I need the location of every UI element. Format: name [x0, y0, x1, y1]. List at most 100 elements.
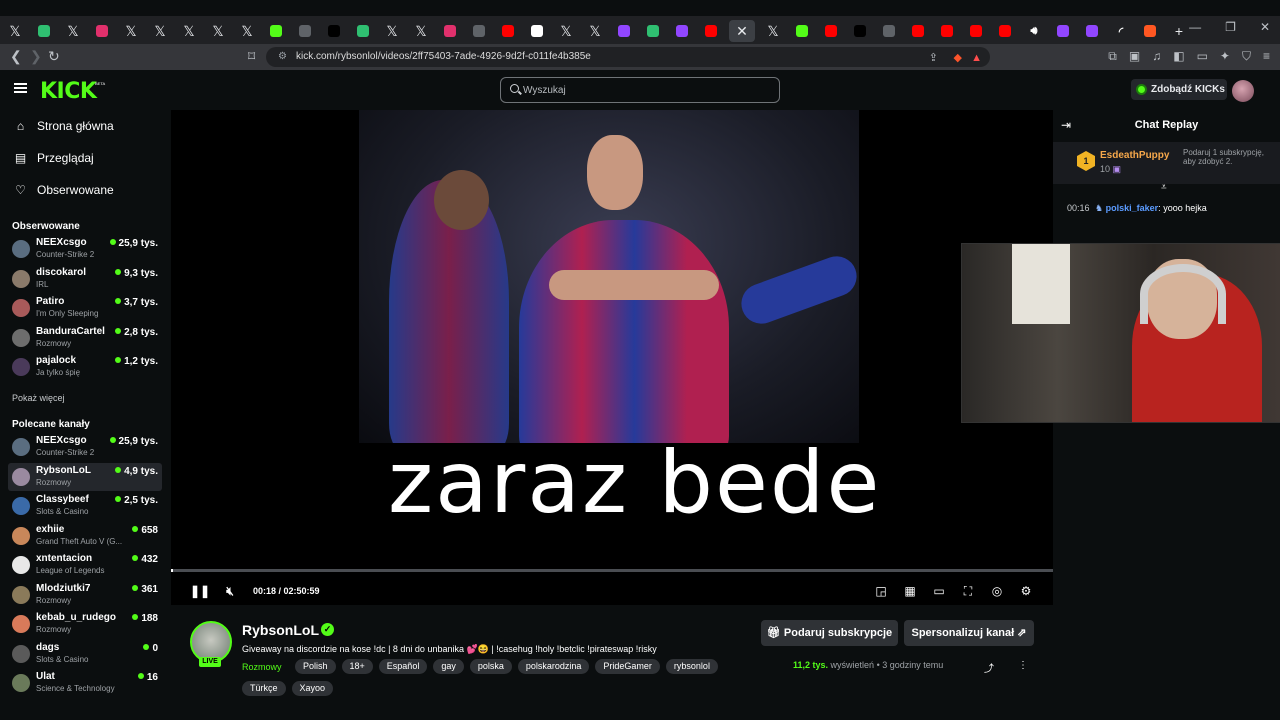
- browser-tab[interactable]: [671, 20, 693, 42]
- extensions-icon[interactable]: ⧉: [1108, 49, 1117, 64]
- browser-tab[interactable]: 𝕏: [381, 20, 403, 42]
- browser-tab[interactable]: [468, 20, 490, 42]
- playback-speed-icon[interactable]: ◎: [990, 584, 1004, 598]
- tag[interactable]: polska: [469, 659, 512, 674]
- chat-username[interactable]: polski_faker: [1106, 203, 1159, 213]
- video-progress-bar[interactable]: [171, 569, 1053, 572]
- browser-tab[interactable]: [1081, 20, 1103, 42]
- ai-icon[interactable]: ✦: [1220, 49, 1230, 64]
- tag[interactable]: rybsonlol: [665, 659, 718, 674]
- browser-tab[interactable]: [965, 20, 987, 42]
- browser-tab[interactable]: [294, 20, 316, 42]
- nav-following[interactable]: ♡ Obserwowane: [14, 180, 114, 200]
- menu-icon[interactable]: ≡: [1263, 49, 1270, 64]
- site-info-icon[interactable]: ⚙: [278, 47, 287, 67]
- browser-tab[interactable]: [1052, 20, 1074, 42]
- browser-tab[interactable]: 𝕏: [762, 20, 784, 42]
- browser-tab[interactable]: 𝕏: [120, 20, 142, 42]
- browser-tab[interactable]: [878, 20, 900, 42]
- tag[interactable]: Xayoo: [291, 681, 334, 696]
- browser-tab[interactable]: ◜: [1110, 20, 1132, 42]
- browser-tab[interactable]: [994, 20, 1016, 42]
- search-box[interactable]: [500, 77, 780, 103]
- forward-icon[interactable]: ❯: [30, 48, 42, 65]
- browser-tab[interactable]: 𝕏: [4, 20, 26, 42]
- browser-tab[interactable]: 𝕏: [584, 20, 606, 42]
- channel-item-neexcsgo[interactable]: NEEXcsgo Counter-Strike 2 25,9 tys.: [8, 235, 162, 263]
- browser-tab[interactable]: [1139, 20, 1161, 42]
- share-page-icon[interactable]: ⇪: [929, 48, 938, 68]
- gift-cta-text[interactable]: Podaruj 1 subskrypcję, aby zdobyć 2.: [1183, 148, 1273, 166]
- channel-item-mlodziutki7[interactable]: Mlodziutki7 Rozmowy 361: [8, 581, 162, 609]
- vpn-icon[interactable]: ⛉: [1242, 49, 1251, 64]
- tag[interactable]: 18+: [341, 659, 373, 674]
- channel-item-pajalock[interactable]: pajalock Ja tylko śpię 1,2 tys.: [8, 353, 162, 381]
- brave-rewards-icon[interactable]: ▲: [971, 48, 982, 68]
- browser-tab[interactable]: 𝕏: [410, 20, 432, 42]
- maximize-icon[interactable]: ❐: [1225, 20, 1236, 34]
- channel-item-dags[interactable]: dags Slots & Casino 0: [8, 640, 162, 668]
- search-input[interactable]: [523, 82, 763, 98]
- share-icon[interactable]: ⤴: [984, 660, 994, 675]
- streamer-name[interactable]: RybsonLoL: [242, 622, 319, 638]
- browser-tab[interactable]: [936, 20, 958, 42]
- browser-tab[interactable]: 𝕏: [62, 20, 84, 42]
- browser-tab[interactable]: [613, 20, 635, 42]
- user-avatar[interactable]: [1232, 80, 1254, 102]
- bookmark-icon[interactable]: ⌑: [248, 48, 255, 65]
- browser-tab[interactable]: [265, 20, 287, 42]
- url-field[interactable]: ⚙ kick.com/rybsonlol/videos/2ff75403-7ad…: [266, 47, 990, 67]
- get-kicks-button[interactable]: Zdobądź KICKs: [1131, 79, 1227, 100]
- browser-tab[interactable]: [700, 20, 722, 42]
- browser-tab[interactable]: [849, 20, 871, 42]
- clip-icon[interactable]: ▦: [903, 584, 917, 598]
- close-window-icon[interactable]: ✕: [1260, 20, 1270, 34]
- tag[interactable]: PrideGamer: [595, 659, 660, 674]
- active-tab[interactable]: ✕: [729, 20, 755, 42]
- gift-top-user[interactable]: EsdeathPuppy: [1100, 150, 1169, 161]
- channel-item-patiro[interactable]: Patiro I'm Only Sleeping 3,7 tys.: [8, 294, 162, 322]
- browser-tab[interactable]: 𝕏: [555, 20, 577, 42]
- browser-tab[interactable]: [526, 20, 548, 42]
- pause-icon[interactable]: ❚❚: [190, 584, 210, 598]
- tag[interactable]: Polish: [295, 659, 336, 674]
- category-link[interactable]: Rozmowy: [242, 662, 282, 672]
- tag[interactable]: polskarodzina: [517, 659, 590, 674]
- channel-item-neexcsgo[interactable]: NEEXcsgo Counter-Strike 2 25,9 tys.: [8, 433, 162, 461]
- channel-item-ulat[interactable]: Ulat Science & Technology 16: [8, 669, 162, 697]
- nav-browse[interactable]: ▤ Przeglądaj: [14, 148, 94, 168]
- new-tab-button[interactable]: +: [1168, 20, 1190, 42]
- hamburger-menu-icon[interactable]: [14, 83, 27, 93]
- channel-item-classybeef[interactable]: Classybeef Slots & Casino 2,5 tys.: [8, 492, 162, 520]
- browser-tab[interactable]: [907, 20, 929, 42]
- channel-item-rybsonlol[interactable]: RybsonLoL Rozmowy 4,9 tys.: [8, 462, 162, 491]
- browser-tab[interactable]: [33, 20, 55, 42]
- browser-tab[interactable]: 𝕏: [236, 20, 258, 42]
- browser-tab[interactable]: [642, 20, 664, 42]
- browser-tab[interactable]: [91, 20, 113, 42]
- close-icon[interactable]: ✕: [736, 23, 748, 40]
- channel-item-banduracartel[interactable]: BanduraCartel Rozmowy 2,8 tys.: [8, 324, 162, 352]
- browser-tab[interactable]: [820, 20, 842, 42]
- video-player[interactable]: zaraz bede ❚❚ 🔇︎ 00:18 / 02:50:59 ◲ ▦ ▭ …: [171, 110, 1053, 605]
- browser-tab[interactable]: [439, 20, 461, 42]
- browser-tab[interactable]: [352, 20, 374, 42]
- nav-home[interactable]: ⌂ Strona główna: [14, 116, 114, 136]
- sidebar-toggle-icon[interactable]: ◧: [1173, 49, 1184, 64]
- browser-tab[interactable]: 🔊︎: [1023, 20, 1045, 42]
- channel-item-kebab_u_rudego[interactable]: kebab_u_rudego Rozmowy 188: [8, 610, 162, 638]
- browser-tab[interactable]: 𝕏: [207, 20, 229, 42]
- back-icon[interactable]: ❮: [10, 48, 22, 65]
- mute-icon[interactable]: 🔇︎: [223, 584, 237, 598]
- channel-item-discokarol[interactable]: discokarol IRL 9,3 tys.: [8, 265, 162, 293]
- browser-tab[interactable]: [497, 20, 519, 42]
- channel-item-exhiie[interactable]: exhiie Grand Theft Auto V (G... 658: [8, 522, 162, 550]
- theater-mode-icon[interactable]: ▭: [932, 584, 946, 598]
- reload-icon[interactable]: ↻: [48, 48, 60, 65]
- gift-sub-button[interactable]: 🎁︎ Podaruj subskrypcje: [761, 620, 898, 646]
- wallet-icon[interactable]: ▭: [1197, 49, 1208, 64]
- browser-tab[interactable]: [791, 20, 813, 42]
- expand-leaderboard-icon[interactable]: ⩡: [1161, 182, 1167, 193]
- channel-item-xntentacion[interactable]: xntentacion League of Legends 432: [8, 551, 162, 579]
- miniplayer-icon[interactable]: ◲: [874, 584, 888, 598]
